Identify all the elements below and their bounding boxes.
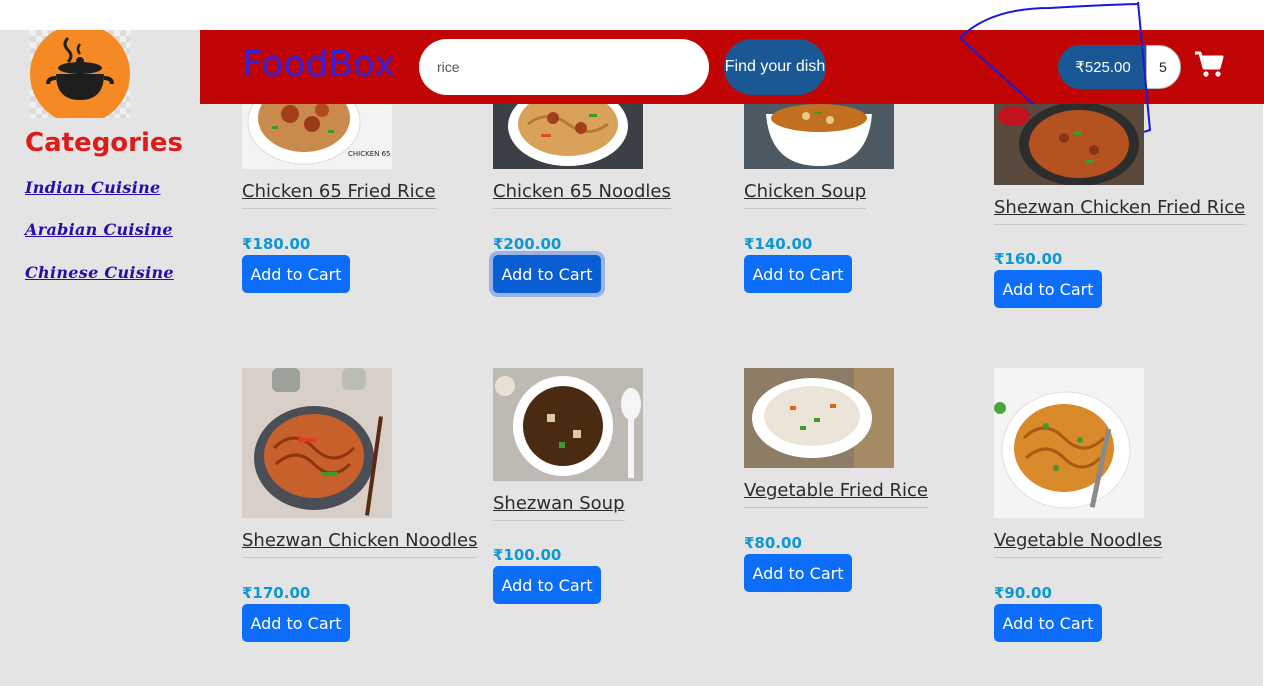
shezwan-chicken-fried-rice-image[interactable] [994, 104, 1144, 185]
cooking-pot-icon [30, 30, 130, 118]
product-name[interactable]: Chicken Soup [744, 181, 867, 209]
product-price: ₹80.00 [744, 534, 802, 552]
product-price: ₹100.00 [493, 546, 562, 564]
product-price: ₹140.00 [744, 235, 813, 253]
product-price: ₹90.00 [994, 584, 1052, 602]
search-input[interactable] [419, 39, 709, 95]
chicken-soup-image[interactable] [744, 104, 894, 169]
product-price: ₹200.00 [493, 235, 562, 253]
product-name[interactable]: Chicken 65 Noodles [493, 181, 671, 209]
shopping-cart-icon[interactable] [1194, 51, 1224, 79]
add-to-cart-button[interactable]: Add to Cart [242, 604, 350, 642]
add-to-cart-button[interactable]: Add to Cart [744, 255, 852, 293]
add-to-cart-button[interactable]: Add to Cart [744, 554, 852, 592]
product-name[interactable]: Shezwan Chicken Fried Rice [994, 197, 1246, 225]
add-to-cart-button[interactable]: Add to Cart [994, 604, 1102, 642]
site-logo[interactable] [30, 30, 130, 118]
product-price: ₹160.00 [994, 250, 1063, 268]
vegetable-fried-rice-image[interactable] [744, 368, 894, 468]
shezwan-soup-image[interactable] [493, 368, 643, 481]
add-to-cart-button[interactable]: Add to Cart [493, 255, 601, 293]
find-dish-button[interactable]: Find your dish [724, 39, 826, 95]
svg-text:CHICKEN 65 FRIED RICE: CHICKEN 65 FRIED RICE [348, 150, 392, 158]
product-name[interactable]: Shezwan Chicken Noodles [242, 530, 478, 558]
product-name[interactable]: Chicken 65 Fried Rice [242, 181, 436, 209]
category-link-arabian[interactable]: Arabian Cuisine [25, 220, 173, 239]
product-price: ₹170.00 [242, 584, 311, 602]
add-to-cart-button[interactable]: Add to Cart [493, 566, 601, 604]
add-to-cart-button[interactable]: Add to Cart [242, 255, 350, 293]
chicken-65-noodles-image[interactable] [493, 104, 643, 169]
categories-title: Categories [25, 128, 184, 158]
product-name[interactable]: Vegetable Fried Rice [744, 480, 928, 508]
chicken-65-fried-rice-image[interactable]: CHICKEN 65 FRIED RICE [242, 104, 392, 169]
add-to-cart-button[interactable]: Add to Cart [994, 270, 1102, 308]
category-link-chinese[interactable]: Chinese Cuisine [25, 263, 174, 282]
vegetable-noodles-image[interactable] [994, 368, 1144, 518]
category-link-indian[interactable]: Indian Cuisine [25, 178, 161, 197]
shezwan-chicken-noodles-image[interactable] [242, 368, 392, 518]
product-name[interactable]: Vegetable Noodles [994, 530, 1163, 558]
product-name[interactable]: Shezwan Soup [493, 493, 625, 521]
brand-name[interactable]: FoodBox [242, 44, 395, 85]
product-price: ₹180.00 [242, 235, 311, 253]
